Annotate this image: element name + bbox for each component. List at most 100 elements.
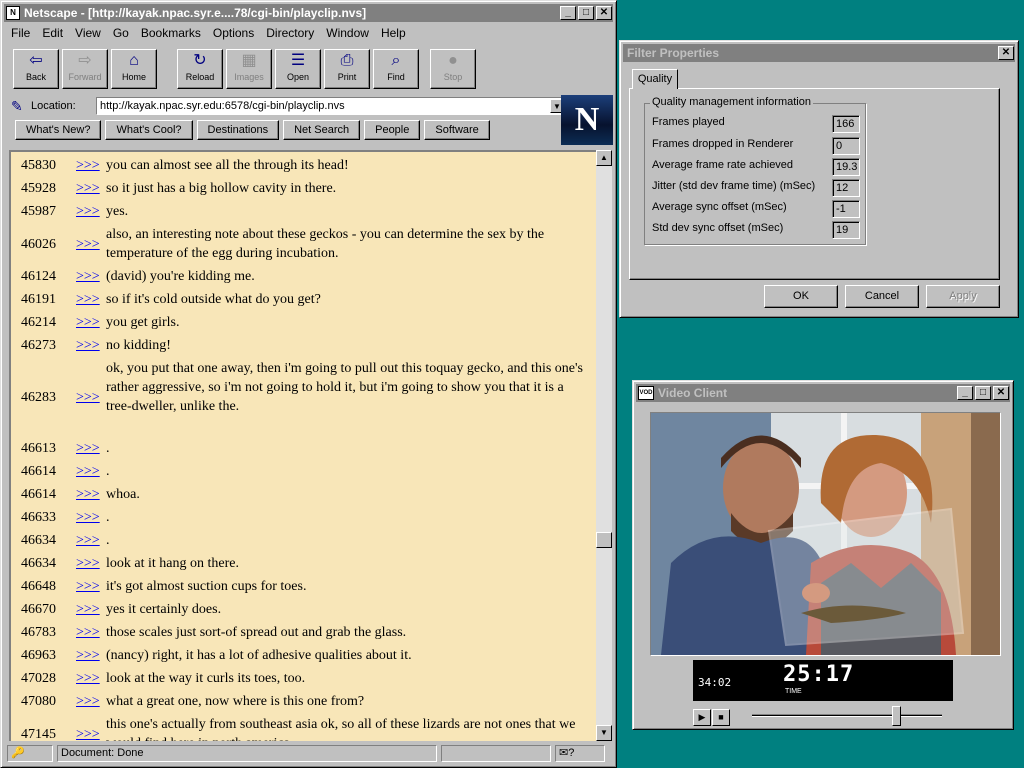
play-button[interactable]: ▶ — [693, 709, 711, 726]
home-icon: ⌂ — [129, 52, 139, 69]
seek-link[interactable]: >>> — [76, 508, 100, 527]
find-button[interactable]: ⌕ Find — [373, 49, 419, 89]
seek-link[interactable]: >>> — [76, 646, 100, 665]
status-bar: 🔑 Document: Done ✉? — [7, 744, 612, 764]
seek-link[interactable]: >>> — [76, 336, 100, 355]
close-button[interactable]: ✕ — [596, 6, 612, 20]
open-button[interactable]: ☰ Open — [275, 49, 321, 89]
seek-link[interactable]: >>> — [76, 725, 100, 742]
transcript-text: so if it's cold outside what do you get? — [106, 292, 321, 307]
forward-button[interactable]: ⇨ Forward — [62, 49, 108, 89]
location-input[interactable]: http://kayak.npac.syr.edu:6578/cgi-bin/p… — [96, 97, 566, 115]
timestamp: 46634 — [21, 533, 56, 548]
minimize-button[interactable]: _ — [560, 6, 576, 20]
back-button[interactable]: ⇦ Back — [13, 49, 59, 89]
seek-link[interactable]: >>> — [76, 577, 100, 596]
home-button[interactable]: ⌂ Home — [111, 49, 157, 89]
filter-titlebar[interactable]: Filter Properties ✕ — [623, 44, 1015, 62]
position-slider-track[interactable] — [752, 714, 942, 717]
timestamp: 47080 — [21, 694, 56, 709]
apply-button[interactable]: Apply — [926, 285, 1000, 308]
seek-link[interactable]: >>> — [76, 669, 100, 688]
scroll-up-button[interactable]: ▲ — [596, 150, 612, 166]
video-close-button[interactable]: ✕ — [993, 386, 1009, 400]
print-button[interactable]: ⎙ Print — [324, 49, 370, 89]
seek-link[interactable]: >>> — [76, 388, 100, 407]
software-button[interactable]: Software — [424, 120, 490, 140]
seek-link[interactable]: >>> — [76, 692, 100, 711]
menu-go[interactable]: Go — [107, 26, 135, 40]
cancel-button[interactable]: Cancel — [845, 285, 919, 308]
seek-link[interactable]: >>> — [76, 202, 100, 221]
ok-button[interactable]: OK — [764, 285, 838, 308]
seek-link[interactable]: >>> — [76, 554, 100, 573]
seek-link[interactable]: >>> — [76, 531, 100, 550]
menu-directory[interactable]: Directory — [260, 26, 320, 40]
seek-link[interactable]: >>> — [76, 235, 100, 254]
timestamp: 46026 — [21, 236, 56, 252]
seek-link[interactable]: >>> — [76, 290, 100, 309]
tab-quality[interactable]: Quality — [632, 69, 678, 89]
transcript-text: (nancy) right, it has a lot of adhesive … — [106, 648, 412, 663]
netscape-app-icon[interactable]: N — [6, 6, 20, 20]
reload-button[interactable]: ↻ Reload — [177, 49, 223, 89]
maximize-button[interactable]: □ — [578, 6, 594, 20]
seek-link[interactable]: >>> — [76, 439, 100, 458]
stop-button[interactable]: ● Stop — [430, 49, 476, 89]
net-search-button[interactable]: Net Search — [283, 120, 361, 140]
timestamp: 46613 — [21, 441, 56, 456]
people-button[interactable]: People — [364, 120, 421, 140]
seek-link[interactable]: >>> — [76, 462, 100, 481]
avg-sync-offset-label: Average sync offset (mSec) — [652, 201, 787, 213]
seek-link[interactable]: >>> — [76, 623, 100, 642]
seek-link[interactable]: >>> — [76, 313, 100, 332]
vod-app-icon[interactable]: VOD — [638, 386, 654, 400]
video-minimize-button[interactable]: _ — [957, 386, 973, 400]
status-text: Document: Done — [57, 745, 437, 762]
scroll-thumb[interactable] — [596, 532, 612, 548]
images-button[interactable]: ▦ Images — [226, 49, 272, 89]
time-label: TIME — [785, 688, 802, 695]
reload-icon: ↻ — [193, 52, 207, 69]
seek-link[interactable]: >>> — [76, 485, 100, 504]
video-maximize-button[interactable]: □ — [975, 386, 991, 400]
menu-view[interactable]: View — [69, 26, 107, 40]
whats-cool-button[interactable]: What's Cool? — [105, 120, 193, 140]
whats-new-button[interactable]: What's New? — [15, 120, 102, 140]
images-icon: ▦ — [241, 52, 257, 69]
menu-help[interactable]: Help — [375, 26, 412, 40]
timestamp: 45830 — [21, 158, 56, 173]
seek-link[interactable]: >>> — [76, 179, 100, 198]
menu-window[interactable]: Window — [320, 26, 375, 40]
stop-playback-button[interactable]: ■ — [712, 709, 730, 726]
transcript-text: . — [106, 441, 110, 456]
scroll-down-button[interactable]: ▼ — [596, 725, 612, 741]
video-frame[interactable] — [650, 412, 1001, 656]
transcript-text: so it just has a big hollow cavity in th… — [106, 181, 337, 196]
filter-close-button[interactable]: ✕ — [998, 46, 1014, 60]
transcript-text: those scales just sort-of spread out and… — [106, 625, 407, 640]
timestamp: 46963 — [21, 648, 56, 663]
menu-bookmarks[interactable]: Bookmarks — [135, 26, 207, 40]
mail-icon[interactable]: ✉? — [555, 745, 605, 762]
vertical-scrollbar[interactable]: ▲ ▼ — [596, 150, 612, 741]
netscape-logo[interactable]: N — [561, 95, 613, 145]
bookmark-icon[interactable]: ✎ — [11, 98, 27, 114]
position-slider-thumb[interactable] — [892, 706, 902, 726]
transcript-text: it's got almost suction cups for toes. — [106, 579, 307, 594]
jitter-value: 12 — [832, 179, 860, 197]
stop-icon: ● — [448, 52, 458, 69]
menu-edit[interactable]: Edit — [36, 26, 69, 40]
menu-options[interactable]: Options — [207, 26, 260, 40]
video-titlebar[interactable]: VOD Video Client _ □ ✕ — [636, 384, 1010, 402]
destinations-button[interactable]: Destinations — [196, 120, 280, 140]
seek-link[interactable]: >>> — [76, 156, 100, 175]
seek-link[interactable]: >>> — [76, 267, 100, 286]
frames-played-value: 166 — [832, 115, 860, 133]
forward-arrow-icon: ⇨ — [78, 52, 92, 69]
transcript-text: what a great one, now where is this one … — [106, 694, 365, 709]
netscape-titlebar[interactable]: N Netscape - [http://kayak.npac.syr.e...… — [4, 4, 613, 22]
seek-link[interactable]: >>> — [76, 600, 100, 619]
menu-file[interactable]: File — [5, 26, 36, 40]
transcript-text: yes it certainly does. — [106, 602, 222, 617]
